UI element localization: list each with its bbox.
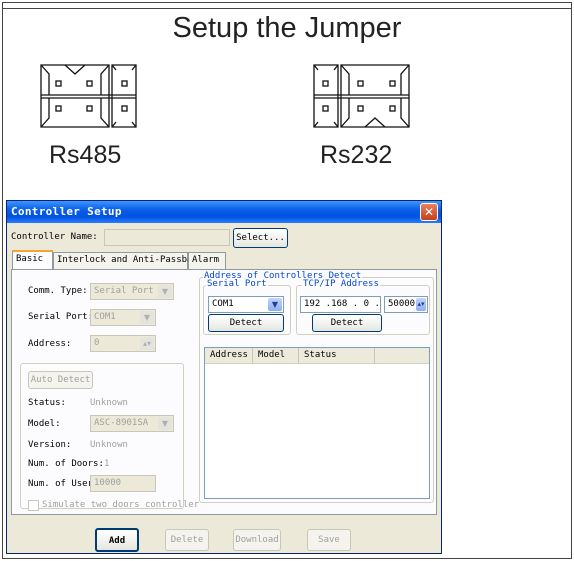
page-heading: Setup the Jumper <box>172 12 402 44</box>
comm-type-label: Comm. Type: <box>28 286 88 296</box>
chevron-down-icon: ▼ <box>140 311 154 324</box>
list-header: Address Model Status <box>205 348 429 364</box>
serial-port-group-title: Serial Port <box>206 279 268 289</box>
column-status[interactable]: Status <box>299 348 375 364</box>
serial-port-label: Serial Port: <box>28 312 94 322</box>
address-value: 0 <box>94 338 100 348</box>
detected-controllers-list[interactable]: Address Model Status <box>204 347 430 499</box>
model-value: ASC-8901SA <box>94 418 149 428</box>
jumper-rs232-diagram <box>313 64 411 128</box>
chevron-down-icon: ▼ <box>158 285 172 298</box>
model-select[interactable]: ASC-8901SA ▼ <box>90 415 174 432</box>
detect-serial-value: COM1 <box>212 299 234 309</box>
jumper-rs485-label: Rs485 <box>49 141 122 169</box>
tcpip-group-title: TCP/IP Address <box>302 279 380 289</box>
port-value: 50000 <box>388 299 416 309</box>
tab-alarm[interactable]: Alarm <box>188 252 226 269</box>
status-value: Unknown <box>90 398 128 408</box>
spin-arrows-icon: ▴▾ <box>140 337 154 350</box>
controller-name-field[interactable] <box>104 229 230 246</box>
close-icon: ✕ <box>423 205 435 219</box>
frame-top-strip <box>3 3 571 9</box>
chevron-down-icon: ▼ <box>268 298 282 311</box>
window-title: Controller Setup <box>11 205 122 218</box>
tab-basic[interactable]: Basic <box>12 250 53 270</box>
simulate-checkbox[interactable] <box>28 500 39 511</box>
auto-detect-button[interactable]: Auto Detect <box>28 371 93 389</box>
delete-button[interactable]: Delete <box>165 529 209 551</box>
users-field[interactable]: 10000 <box>90 475 156 492</box>
add-button[interactable]: Add <box>95 528 139 552</box>
simulate-label: Simulate two doors controller <box>42 500 200 510</box>
chevron-down-icon: ▼ <box>158 417 172 430</box>
close-button[interactable]: ✕ <box>420 203 438 221</box>
detect-serial-button[interactable]: Detect <box>208 314 284 332</box>
basic-tab-panel: Comm. Type: Serial Port ▼ Serial Port: C… <box>11 269 437 515</box>
jumper-rs232-label: Rs232 <box>320 141 393 169</box>
serial-port-select[interactable]: COM1 ▼ <box>90 309 156 326</box>
address-stepper[interactable]: 0 ▴▾ <box>90 335 156 352</box>
comm-type-value: Serial Port <box>94 286 154 296</box>
spin-arrows-icon: ▴▾ <box>416 298 426 311</box>
doors-value: 1 <box>104 459 110 469</box>
controller-name-label: Controller Name: <box>11 232 98 242</box>
controller-setup-window: Controller Setup ✕ Controller Name: Sele… <box>6 200 442 554</box>
detect-tcpip-button[interactable]: Detect <box>312 314 382 332</box>
tab-interlock[interactable]: Interlock and Anti-Passback <box>53 252 203 269</box>
select-button[interactable]: Select... <box>233 228 288 248</box>
column-model[interactable]: Model <box>253 348 299 364</box>
detect-serial-select[interactable]: COM1 ▼ <box>208 296 284 313</box>
version-label: Version: <box>28 440 72 450</box>
model-label: Model: <box>28 419 61 429</box>
comm-type-select[interactable]: Serial Port ▼ <box>90 283 174 300</box>
ip-address-field[interactable]: 192 .168 . 0 . 7 <box>300 296 381 313</box>
doors-label: Num. of Doors: <box>28 459 104 469</box>
download-button[interactable]: Download <box>233 529 281 551</box>
address-label: Address: <box>28 339 72 349</box>
version-value: Unknown <box>90 440 128 450</box>
status-label: Status: <box>28 398 66 408</box>
column-address[interactable]: Address <box>205 348 253 364</box>
save-button[interactable]: Save <box>307 529 351 551</box>
title-bar[interactable]: Controller Setup ✕ <box>7 201 441 223</box>
serial-port-value: COM1 <box>94 312 116 322</box>
jumper-rs485-diagram <box>40 64 138 128</box>
port-stepper[interactable]: 50000 ▴▾ <box>384 296 428 313</box>
